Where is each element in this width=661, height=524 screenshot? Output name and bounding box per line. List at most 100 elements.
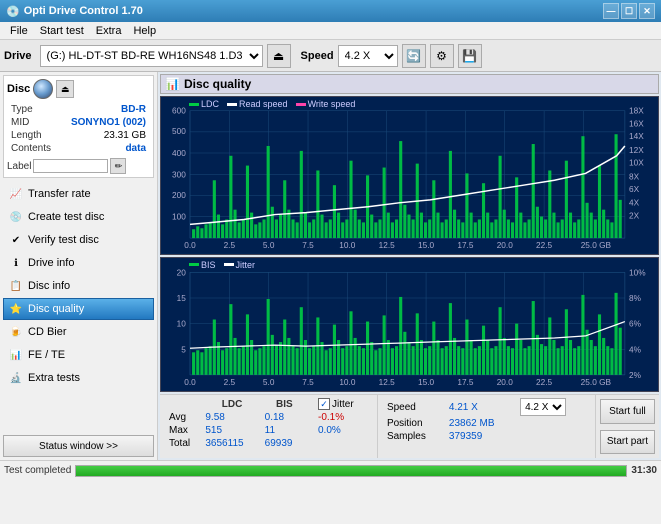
fe-te-label: FE / TE	[28, 349, 65, 361]
minimize-button[interactable]: —	[603, 3, 619, 19]
label-input[interactable]	[33, 159, 108, 173]
svg-text:2.5: 2.5	[224, 241, 236, 250]
extra-tests-icon: 🔬	[8, 370, 24, 386]
speed-select-sm[interactable]: 4.2 X	[520, 398, 566, 416]
svg-text:0.0: 0.0	[184, 378, 196, 387]
disc-panel-title: Disc	[7, 83, 30, 95]
sidebar-item-fe-te[interactable]: 📊 FE / TE	[3, 344, 154, 366]
sidebar-item-extra-tests[interactable]: 🔬 Extra tests	[3, 367, 154, 389]
statusbar: Test completed 31:30	[0, 460, 661, 480]
samples-label: Samples	[384, 430, 446, 443]
stats-speed-pos: Speed 4.21 X 4.2 X Position 23862 MB Sam…	[378, 395, 596, 458]
label-edit-button[interactable]: ✏	[110, 158, 126, 174]
speed-select[interactable]: 4.2 X	[338, 45, 398, 67]
start-part-button[interactable]: Start part	[600, 430, 655, 455]
drive-label: Drive	[4, 50, 32, 62]
jitter-check-label: Jitter	[332, 399, 354, 410]
total-bis: 69939	[262, 437, 307, 450]
sidebar-item-cd-bier[interactable]: 🍺 CD Bier	[3, 321, 154, 343]
status-window-button[interactable]: Status window >>	[3, 435, 154, 457]
svg-text:500: 500	[172, 127, 186, 136]
stats-bar: LDC BIS ✓ Jitter Avg 9.58 0.1	[160, 394, 659, 458]
svg-text:22.5: 22.5	[536, 241, 553, 250]
svg-text:25.0 GB: 25.0 GB	[581, 241, 611, 250]
lower-chart-svg: 20 15 10 5 10% 8% 6% 4% 2% 0.0 2.5 5.0 7…	[161, 258, 658, 391]
svg-text:400: 400	[172, 149, 186, 158]
speed-label: Speed	[301, 50, 334, 62]
ldc-header: LDC	[202, 397, 261, 411]
type-label: Type	[9, 104, 58, 115]
svg-text:15: 15	[177, 294, 187, 303]
ldc-legend-label: LDC	[201, 99, 219, 109]
menu-help[interactable]: Help	[127, 24, 162, 38]
svg-text:6%: 6%	[629, 319, 642, 328]
verify-test-disc-label: Verify test disc	[28, 234, 99, 246]
position-value: 23862 MB	[446, 417, 517, 430]
svg-text:20.0: 20.0	[497, 241, 514, 250]
maximize-button[interactable]: ☐	[621, 3, 637, 19]
drive-info-label: Drive info	[28, 257, 74, 269]
read-speed-legend-color	[227, 103, 237, 106]
drive-select[interactable]: (G:) HL-DT-ST BD-RE WH16NS48 1.D3	[40, 45, 263, 67]
svg-text:20.0: 20.0	[497, 378, 514, 387]
svg-text:10.0: 10.0	[339, 378, 356, 387]
jitter-legend-label: Jitter	[236, 260, 256, 270]
sidebar-item-disc-quality[interactable]: ⭐ Disc quality	[3, 298, 154, 320]
svg-text:16X: 16X	[629, 120, 644, 129]
svg-text:2%: 2%	[629, 371, 642, 380]
type-value: BD-R	[60, 104, 148, 115]
upper-legend: LDC Read speed Write speed	[189, 99, 355, 109]
verify-test-disc-icon: ✔	[8, 232, 24, 248]
max-label: Max	[166, 424, 202, 437]
menu-file[interactable]: File	[4, 24, 34, 38]
svg-text:5: 5	[181, 345, 186, 354]
disc-action-button[interactable]: ⏏	[56, 80, 74, 98]
disc-quality-label: Disc quality	[28, 303, 84, 315]
svg-text:100: 100	[172, 213, 186, 222]
sidebar-item-transfer-rate[interactable]: 📈 Transfer rate	[3, 183, 154, 205]
refresh-button[interactable]: 🔄	[402, 44, 426, 68]
svg-text:5.0: 5.0	[263, 378, 275, 387]
contents-value: data	[60, 143, 148, 154]
disc-info-label: Disc info	[28, 280, 70, 292]
menu-start-test[interactable]: Start test	[34, 24, 90, 38]
sidebar-item-verify-test-disc[interactable]: ✔ Verify test disc	[3, 229, 154, 251]
total-label: Total	[166, 437, 202, 450]
avg-label: Avg	[166, 411, 202, 424]
status-time: 31:30	[631, 465, 657, 476]
ldc-legend-color	[189, 103, 199, 106]
settings-button[interactable]: ⚙	[430, 44, 454, 68]
lower-legend: BIS Jitter	[189, 260, 255, 270]
app-icon: 💿	[6, 5, 20, 18]
svg-text:17.5: 17.5	[457, 378, 474, 387]
chart-panel-header: 📊 Disc quality	[160, 74, 659, 94]
write-speed-legend-label: Write speed	[308, 99, 356, 109]
eject-button[interactable]: ⏏	[267, 44, 291, 68]
menu-extra[interactable]: Extra	[90, 24, 128, 38]
jitter-legend: Jitter	[224, 260, 256, 270]
sidebar-item-create-test-disc[interactable]: 💿 Create test disc	[3, 206, 154, 228]
status-window-label: Status window >>	[39, 441, 118, 452]
read-speed-legend-label: Read speed	[239, 99, 288, 109]
close-button[interactable]: ✕	[639, 3, 655, 19]
app-title: Opti Drive Control 1.70	[24, 5, 143, 17]
create-test-disc-icon: 💿	[8, 209, 24, 225]
disc-info-icon: 📋	[8, 278, 24, 294]
disc-icon	[33, 79, 53, 99]
save-button[interactable]: 💾	[458, 44, 482, 68]
svg-text:12X: 12X	[629, 146, 644, 155]
svg-text:200: 200	[172, 191, 186, 200]
lower-chart: BIS Jitter	[160, 257, 659, 392]
jitter-check: ✓ Jitter	[318, 398, 368, 410]
sidebar-item-disc-info[interactable]: 📋 Disc info	[3, 275, 154, 297]
svg-text:8%: 8%	[629, 294, 642, 303]
length-label: Length	[9, 130, 58, 141]
start-full-button[interactable]: Start full	[600, 399, 655, 424]
jitter-checkbox[interactable]: ✓	[318, 398, 330, 410]
sidebar-item-drive-info[interactable]: ℹ Drive info	[3, 252, 154, 274]
create-test-disc-label: Create test disc	[28, 211, 104, 223]
chart-panel-title: Disc quality	[184, 77, 251, 91]
svg-text:8X: 8X	[629, 172, 640, 181]
speed-stat-label: Speed	[384, 397, 446, 417]
speed-stat-value: 4.21 X	[446, 397, 517, 417]
